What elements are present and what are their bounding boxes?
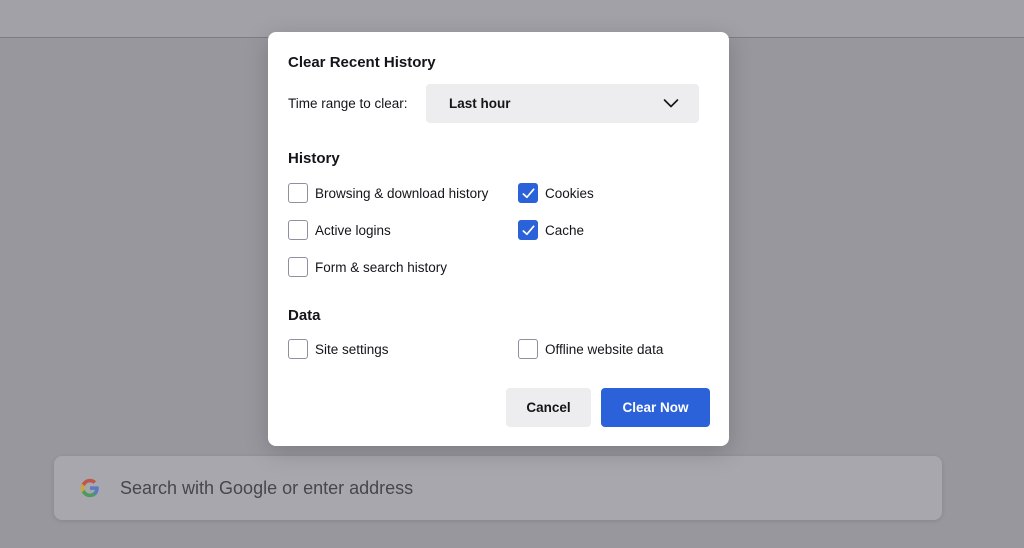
cancel-button[interactable]: Cancel [506,388,591,427]
cache-option[interactable]: Cache [518,219,584,241]
site-settings-checkbox[interactable] [288,339,308,359]
data-section-title: Data [288,307,321,324]
clear-now-button[interactable]: Clear Now [601,388,710,427]
checkmark-icon [522,188,535,199]
checkbox-label: Form & search history [315,259,448,275]
browsing-download-history-checkbox[interactable] [288,183,308,203]
time-range-label: Time range to clear: [288,96,408,111]
cookies-option[interactable]: Cookies [518,182,594,204]
offline-website-data-option[interactable]: Offline website data [518,338,663,360]
site-settings-option[interactable]: Site settings [288,338,389,360]
cache-checkbox[interactable] [518,220,538,240]
checkbox-label: Cookies [545,185,594,201]
form-search-history-checkbox[interactable] [288,257,308,277]
search-input[interactable] [120,456,820,520]
google-g-icon [80,478,99,498]
search-bar[interactable] [54,456,942,520]
time-range-value: Last hour [449,96,511,111]
browsing-download-history-option[interactable]: Browsing & download history [288,182,488,204]
form-search-history-option[interactable]: Form & search history [288,256,447,278]
checkbox-label: Cache [545,222,585,238]
dialog-title: Clear Recent History [288,54,436,71]
time-range-select[interactable]: Last hour [426,84,699,123]
history-section-title: History [288,150,340,167]
checkbox-label: Active logins [315,222,391,238]
checkmark-icon [522,225,535,236]
active-logins-checkbox[interactable] [288,220,308,240]
checkbox-label: Browsing & download history [315,185,489,201]
chevron-down-icon [663,99,679,108]
checkbox-label: Offline website data [545,341,664,357]
active-logins-option[interactable]: Active logins [288,219,391,241]
clear-history-dialog: Clear Recent History Time range to clear… [268,32,729,446]
checkbox-label: Site settings [315,341,389,357]
cookies-checkbox[interactable] [518,183,538,203]
offline-website-data-checkbox[interactable] [518,339,538,359]
